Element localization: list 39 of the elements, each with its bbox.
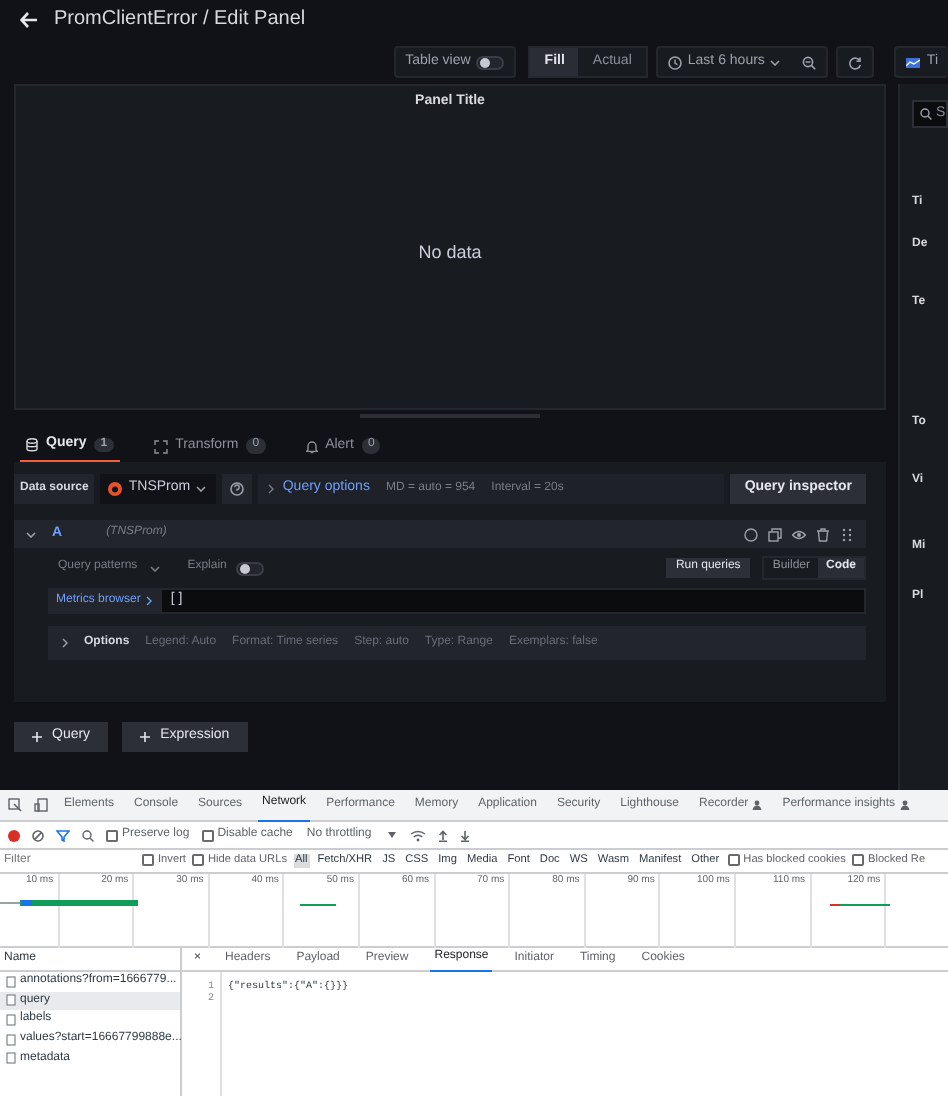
caret-icon bbox=[196, 486, 207, 492]
caret-icon bbox=[387, 832, 396, 838]
database-icon bbox=[26, 438, 38, 452]
plus-icon bbox=[32, 732, 42, 742]
user-icon bbox=[899, 800, 910, 810]
bell-icon bbox=[305, 439, 318, 453]
caret-icon bbox=[149, 565, 160, 571]
search-icon[interactable] bbox=[82, 829, 94, 841]
prometheus-logo-icon bbox=[108, 482, 123, 496]
search-icon bbox=[920, 108, 932, 120]
zoom-out-icon[interactable] bbox=[802, 55, 817, 69]
upload-icon[interactable] bbox=[437, 829, 448, 841]
chevron-right-icon bbox=[62, 638, 68, 648]
download-icon[interactable] bbox=[459, 829, 470, 841]
trash-icon[interactable] bbox=[816, 527, 830, 541]
collapse-caret-icon[interactable] bbox=[26, 531, 36, 537]
clear-icon[interactable] bbox=[32, 829, 44, 841]
chart-icon bbox=[906, 57, 921, 67]
clock-icon bbox=[667, 55, 682, 69]
transform-icon bbox=[153, 439, 168, 453]
caret-icon bbox=[770, 59, 781, 65]
refresh-icon bbox=[848, 55, 863, 69]
eye-icon[interactable] bbox=[792, 527, 806, 541]
no-data-message: No data bbox=[418, 242, 482, 265]
duplicate-icon[interactable] bbox=[768, 527, 782, 541]
plus-icon bbox=[140, 732, 151, 742]
inspect-element-icon[interactable] bbox=[8, 798, 22, 812]
chevron-right-icon bbox=[146, 596, 153, 606]
user-icon bbox=[752, 800, 763, 810]
chevron-right-icon bbox=[268, 483, 275, 494]
network-conditions-icon[interactable] bbox=[409, 829, 426, 841]
back-arrow-icon[interactable] bbox=[20, 12, 38, 28]
page-title: PromClientError / Edit Panel bbox=[54, 8, 306, 32]
filter-icon[interactable] bbox=[56, 829, 70, 841]
record-icon[interactable] bbox=[8, 829, 20, 841]
drag-handle-icon[interactable] bbox=[840, 527, 854, 541]
help-button[interactable] bbox=[222, 474, 253, 504]
device-toolbar-icon[interactable] bbox=[34, 798, 48, 812]
refresh-button[interactable] bbox=[836, 46, 875, 78]
